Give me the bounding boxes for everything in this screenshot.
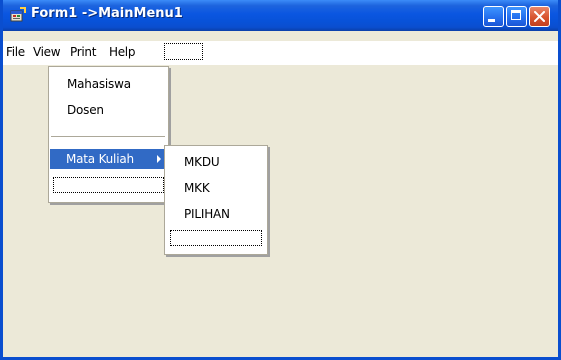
menu-bar: File View Print Help [3,41,558,65]
view-menu-new-item-slot[interactable] [53,177,164,193]
maximize-button[interactable] [506,6,527,27]
menu-item-mkdu[interactable]: MKDU [184,155,220,169]
submenu-new-item-slot[interactable] [170,230,262,246]
vb-form-icon[interactable] [10,7,26,23]
menubar-new-item-slot[interactable] [164,43,203,60]
menu-help[interactable]: Help [109,45,135,59]
menu-file[interactable]: File [6,45,25,59]
window-title: Form1 ->MainMenu1 [31,6,183,21]
menu-item-mahasiswa[interactable]: Mahasiswa [67,77,131,91]
menu-separator [51,136,165,138]
menu-view[interactable]: View [33,45,61,59]
minimize-icon [488,19,495,22]
menu-item-mkk[interactable]: MKK [184,181,210,195]
menu-item-pilihan[interactable]: PILIHAN [184,207,230,221]
mata-kuliah-submenu: MKDU MKK PILIHAN [164,145,268,255]
close-button[interactable] [529,6,550,27]
menu-item-mata-kuliah-label: Mata Kuliah [66,152,134,166]
minimize-button[interactable] [483,6,504,27]
menu-item-dosen[interactable]: Dosen [67,103,104,117]
maximize-icon [511,10,521,20]
main-window: Form1 ->MainMenu1 File View Print Help M… [0,0,561,360]
close-icon [534,11,545,22]
menu-print[interactable]: Print [70,45,96,59]
menu-item-mata-kuliah[interactable]: Mata Kuliah [50,149,167,169]
title-bar[interactable]: Form1 ->MainMenu1 [3,0,558,31]
submenu-arrow-icon [157,155,161,163]
view-menu-dropdown: Mahasiswa Dosen Mata Kuliah [48,66,169,203]
